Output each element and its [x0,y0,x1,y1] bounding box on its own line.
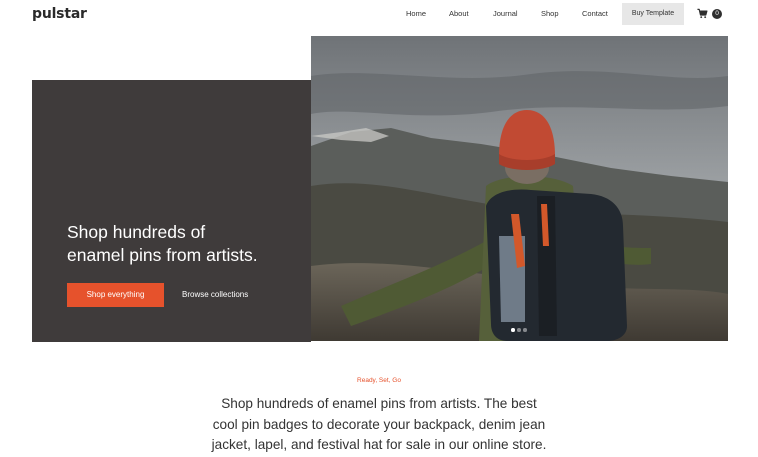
slide-dot[interactable] [523,328,527,332]
nav-shop[interactable]: Shop [541,9,559,19]
page: pulstar Home About Journal Shop Contact … [0,0,758,457]
cart-count-badge: 0 [712,9,722,19]
intro-line: Shop hundreds of enamel pins from artist… [221,396,537,411]
intro-line: jacket, lapel, and festival hat for sale… [211,437,547,452]
intro-paragraph: Shop hundreds of enamel pins from artist… [180,394,578,456]
buy-template-button[interactable]: Buy Template [622,3,684,25]
slide-dot[interactable] [517,328,521,332]
cart-icon[interactable] [697,8,708,19]
nav-home[interactable]: Home [406,9,426,19]
browse-collections-link[interactable]: Browse collections [182,283,248,307]
hero-heading: Shop hundreds of enamel pins from artist… [67,221,297,267]
slide-dot-active[interactable] [511,328,515,332]
hero-image [311,36,728,341]
nav-contact[interactable]: Contact [582,9,608,19]
slide-indicator [511,328,531,332]
section-eyebrow: Ready, Set, Go [357,377,401,384]
hero-heading-line: Shop hundreds of [67,222,206,242]
nav-journal[interactable]: Journal [493,9,518,19]
hero-heading-line: enamel pins from artists. [67,245,258,265]
shop-everything-button[interactable]: Shop everything [67,283,164,307]
hero-panel: Shop hundreds of enamel pins from artist… [32,80,311,342]
nav-about[interactable]: About [449,9,469,19]
intro-line: cool pin badges to decorate your backpac… [212,416,546,432]
